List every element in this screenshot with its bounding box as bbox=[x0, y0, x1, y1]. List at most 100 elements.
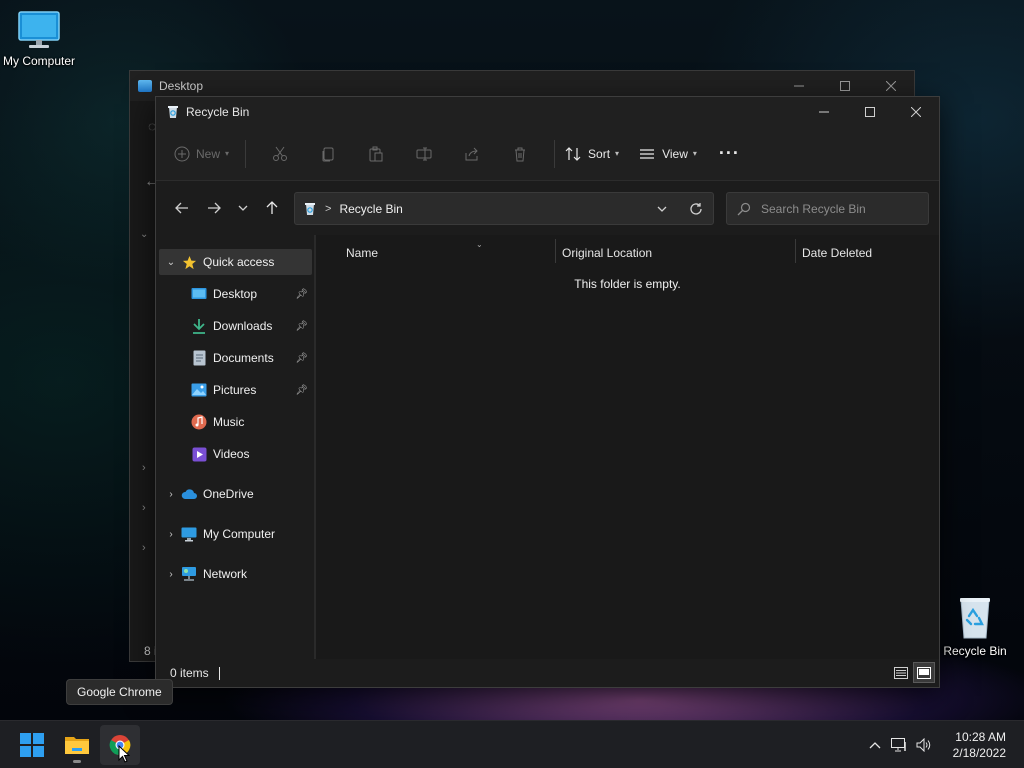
column-header-date-deleted[interactable]: Date Deleted bbox=[802, 240, 872, 266]
share-icon bbox=[465, 147, 478, 160]
chevron-down-icon bbox=[238, 205, 248, 211]
taskbar-clock[interactable]: 10:28 AM 2/18/2022 bbox=[953, 729, 1006, 761]
sort-icon bbox=[565, 146, 581, 161]
sidebar-item-downloads[interactable]: Downloads 📌︎ bbox=[159, 313, 312, 339]
navigation-pane: ⌄ Quick access Desktop 📌︎ Downloads 📌︎ D bbox=[156, 243, 314, 659]
breadcrumb-recycle-bin[interactable]: Recycle Bin bbox=[339, 202, 402, 216]
chevron-down-icon[interactable]: ⌄ bbox=[161, 257, 181, 268]
cut-button[interactable] bbox=[256, 138, 304, 170]
maximize-button[interactable] bbox=[847, 97, 893, 127]
chevron-right-icon[interactable]: › bbox=[142, 462, 146, 474]
paste-button[interactable] bbox=[352, 138, 400, 170]
column-header-name[interactable]: Name ⌄ bbox=[346, 240, 483, 266]
column-header-label: Date Deleted bbox=[802, 246, 873, 260]
breadcrumb-chevron-icon[interactable]: > bbox=[325, 203, 331, 215]
file-explorer-taskbar-button[interactable] bbox=[57, 725, 97, 765]
status-separator bbox=[218, 666, 220, 680]
address-dropdown-button[interactable] bbox=[645, 193, 679, 224]
minimize-button[interactable] bbox=[801, 97, 847, 127]
column-separator[interactable] bbox=[795, 239, 796, 263]
network-status-button[interactable] bbox=[886, 738, 912, 752]
large-icons-view-button[interactable] bbox=[913, 662, 935, 683]
chrome-taskbar-button[interactable] bbox=[100, 725, 140, 765]
new-button[interactable]: New ▾ bbox=[174, 138, 229, 170]
show-hidden-icons-button[interactable] bbox=[864, 741, 886, 749]
up-arrow-icon bbox=[266, 201, 278, 214]
back-button[interactable] bbox=[166, 193, 198, 223]
desktop-icon-label: Recycle Bin bbox=[943, 644, 1007, 658]
forward-button[interactable] bbox=[198, 193, 230, 223]
view-button[interactable]: View ▾ bbox=[639, 138, 697, 170]
system-tray bbox=[864, 721, 936, 768]
copy-icon bbox=[322, 147, 334, 161]
sidebar-item-music[interactable]: Music bbox=[159, 409, 312, 435]
more-options-icon: ··· bbox=[718, 143, 740, 163]
copy-button[interactable] bbox=[304, 138, 352, 170]
sidebar-item-quick-access[interactable]: ⌄ Quick access bbox=[159, 249, 312, 275]
minimize-icon bbox=[819, 111, 829, 113]
volume-button[interactable] bbox=[912, 738, 936, 752]
sidebar-item-my-computer[interactable]: › My Computer bbox=[159, 521, 312, 547]
address-bar[interactable]: > Recycle Bin bbox=[294, 192, 714, 225]
details-view-icon bbox=[894, 666, 908, 679]
minimize-icon bbox=[794, 85, 804, 87]
start-button[interactable] bbox=[12, 725, 52, 765]
close-button[interactable] bbox=[893, 97, 939, 127]
column-separator[interactable] bbox=[555, 239, 556, 263]
recycle-bin-window[interactable]: Recycle Bin New ▾ Sort ▾ View ▾ ··· > Re… bbox=[155, 96, 940, 754]
sidebar-item-label: Downloads bbox=[213, 319, 273, 333]
column-header-original-location[interactable]: Original Location bbox=[562, 240, 652, 266]
sidebar-item-label: Quick access bbox=[203, 255, 275, 269]
empty-folder-message: This folder is empty. bbox=[574, 277, 681, 291]
recycle-bin-icon bbox=[960, 598, 990, 639]
sidebar-item-network[interactable]: › Network bbox=[159, 561, 312, 587]
close-icon bbox=[911, 107, 921, 117]
paste-icon bbox=[369, 146, 383, 161]
recent-locations-button[interactable] bbox=[230, 193, 256, 223]
chevron-right-icon[interactable]: › bbox=[161, 569, 181, 580]
sidebar-item-pictures[interactable]: Pictures 📌︎ bbox=[159, 377, 312, 403]
column-header-label: Name bbox=[346, 246, 379, 260]
window-titlebar[interactable]: Recycle Bin bbox=[156, 97, 939, 127]
clock-time: 10:28 AM bbox=[955, 730, 1006, 744]
documents-icon bbox=[191, 350, 207, 366]
refresh-icon bbox=[690, 202, 702, 215]
taskbar-tooltip: Google Chrome bbox=[66, 679, 173, 705]
pin-icon[interactable]: 📌︎ bbox=[295, 385, 308, 396]
file-list[interactable]: Name ⌄ Original Location Date Deleted Th… bbox=[316, 235, 939, 754]
details-view-button[interactable] bbox=[890, 662, 912, 683]
chevron-right-icon[interactable]: › bbox=[142, 542, 146, 554]
chevron-right-icon[interactable]: › bbox=[161, 489, 181, 500]
refresh-button[interactable] bbox=[679, 193, 713, 224]
share-button[interactable] bbox=[448, 138, 496, 170]
network-monitor-icon bbox=[891, 738, 906, 752]
chevron-right-icon[interactable]: › bbox=[142, 502, 146, 514]
chevron-down-icon bbox=[657, 206, 667, 212]
item-count: 0 items bbox=[170, 666, 209, 680]
desktop-icon-recycle-bin[interactable]: Recycle Bin bbox=[933, 596, 1017, 658]
desktop-icon-my-computer[interactable]: My Computer bbox=[0, 10, 81, 68]
sidebar-item-desktop[interactable]: Desktop 📌︎ bbox=[159, 281, 312, 307]
sidebar-item-documents[interactable]: Documents 📌︎ bbox=[159, 345, 312, 371]
search-box[interactable] bbox=[726, 192, 929, 225]
pin-icon[interactable]: 📌︎ bbox=[295, 321, 308, 332]
search-input[interactable] bbox=[761, 201, 921, 216]
sort-button[interactable]: Sort ▾ bbox=[565, 138, 619, 170]
close-icon bbox=[886, 81, 896, 91]
sidebar-item-videos[interactable]: Videos bbox=[159, 441, 312, 467]
new-button-label: New bbox=[196, 146, 221, 161]
pin-icon[interactable]: 📌︎ bbox=[295, 289, 308, 300]
star-icon bbox=[181, 254, 197, 270]
up-button[interactable] bbox=[256, 193, 288, 223]
desktop-icon-label: My Computer bbox=[2, 54, 76, 68]
more-options-button[interactable]: ··· bbox=[719, 138, 740, 170]
chevron-right-icon[interactable]: › bbox=[161, 529, 181, 540]
volume-icon bbox=[916, 738, 931, 752]
chevron-down-icon[interactable]: ⌄ bbox=[140, 229, 148, 240]
pin-icon[interactable]: 📌︎ bbox=[295, 353, 308, 364]
sidebar-item-label: Desktop bbox=[213, 287, 258, 301]
rename-button[interactable] bbox=[400, 138, 448, 170]
delete-button[interactable] bbox=[496, 138, 544, 170]
status-bar: 0 items bbox=[156, 659, 939, 687]
sidebar-item-onedrive[interactable]: › OneDrive bbox=[159, 481, 312, 507]
